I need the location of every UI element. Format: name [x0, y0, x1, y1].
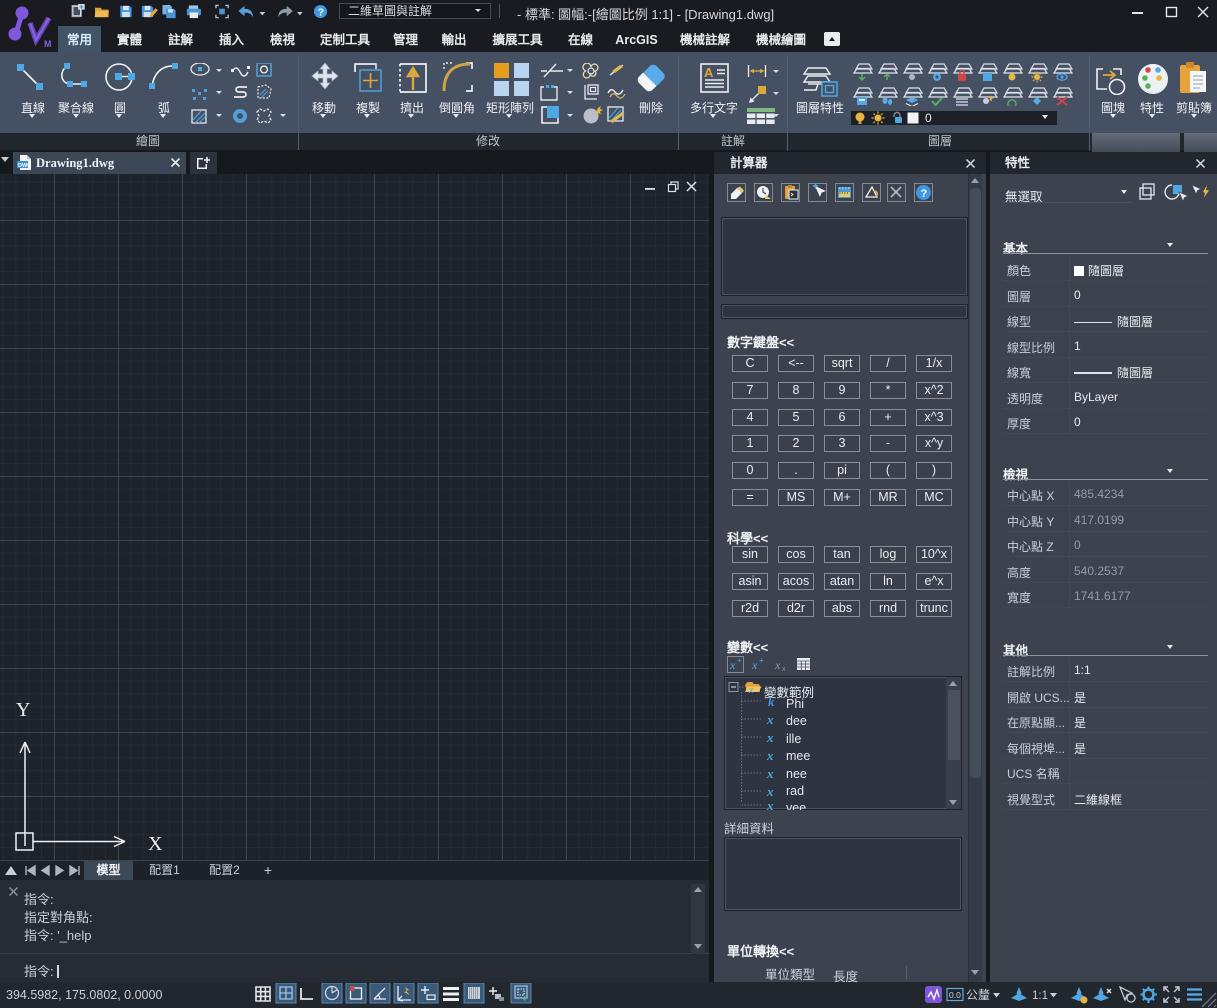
svg-text:x: x	[782, 666, 786, 673]
svg-text:x: x	[774, 658, 781, 672]
svg-text:DWG: DWG	[18, 163, 31, 169]
svg-text:?: ?	[921, 188, 928, 200]
svg-text:x: x	[766, 748, 774, 763]
svg-text:公釐: 公釐	[966, 987, 990, 1002]
svg-text:x: x	[766, 784, 774, 799]
svg-text:A: A	[704, 65, 714, 80]
svg-text:x: x	[751, 658, 758, 672]
svg-text:0.0: 0.0	[949, 990, 961, 1000]
svg-text:x: x	[766, 766, 774, 781]
svg-text:+: +	[759, 656, 764, 665]
svg-text:Y: Y	[16, 699, 30, 721]
svg-text:x: x	[766, 798, 774, 810]
svg-text:1:1: 1:1	[1032, 990, 1048, 1002]
svg-text:x: x	[766, 712, 774, 727]
svg-text:+: +	[737, 656, 742, 665]
svg-text:M: M	[44, 39, 52, 49]
svg-text:X: X	[148, 833, 163, 855]
svg-text:x: x	[748, 685, 754, 696]
svg-text:?: ?	[318, 8, 324, 19]
svg-text:x: x	[729, 658, 736, 672]
svg-text:x: x	[766, 730, 774, 745]
